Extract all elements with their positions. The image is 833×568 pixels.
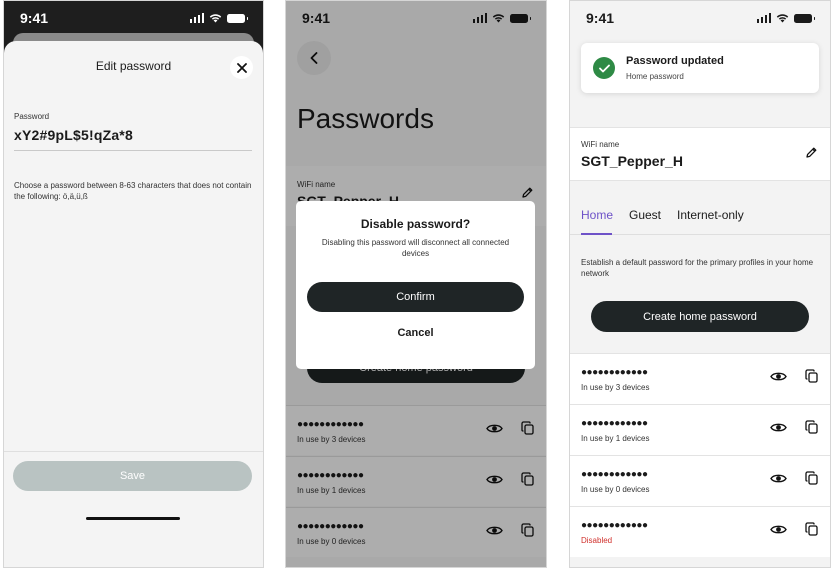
sheet-title: Edit password <box>95 59 172 73</box>
password-row: ●●●●●●●●●●●● In use by 1 devices <box>570 404 830 455</box>
close-icon <box>236 62 247 73</box>
home-indicator <box>86 517 180 520</box>
eye-icon[interactable] <box>770 524 787 535</box>
password-field-label: Password <box>14 112 50 121</box>
password-hint: Choose a password between 8-63 character… <box>14 181 252 201</box>
battery-icon <box>227 13 248 23</box>
copy-icon[interactable] <box>805 522 818 536</box>
password-updated-screen: 9:41 Password updated Home password WiFi… <box>569 0 831 568</box>
close-button[interactable] <box>230 56 253 79</box>
edit-password-sheet: Edit password Password xY2#9pL$5!qZa*8 C… <box>4 41 263 567</box>
copy-icon[interactable] <box>805 471 818 485</box>
input-underline <box>14 150 252 151</box>
wifi-icon <box>776 14 789 23</box>
toast-subtitle: Home password <box>626 72 684 81</box>
success-toast: Password updated Home password <box>581 43 819 93</box>
copy-icon[interactable] <box>805 420 818 434</box>
cancel-button[interactable]: Cancel <box>296 327 535 339</box>
status-bar: 9:41 <box>570 1 830 35</box>
confirm-button[interactable]: Confirm <box>307 282 524 312</box>
tab-guest[interactable]: Guest <box>629 208 661 222</box>
wifi-name-label: WiFi name <box>581 140 620 149</box>
pencil-icon[interactable] <box>805 146 818 159</box>
check-icon <box>593 57 615 79</box>
password-row: ●●●●●●●●●●●● In use by 0 devices <box>570 455 830 506</box>
password-row: ●●●●●●●●●●●● In use by 3 devices <box>570 353 830 404</box>
eye-icon[interactable] <box>770 371 787 382</box>
password-tabs-panel: Home Guest Internet-only Establish a def… <box>570 181 830 353</box>
tab-description: Establish a default password for the pri… <box>581 258 814 278</box>
password-status-disabled: Disabled <box>581 536 613 545</box>
masked-password: ●●●●●●●●●●●● <box>581 520 648 531</box>
masked-password: ●●●●●●●●●●●● <box>581 418 648 429</box>
password-usage: In use by 1 devices <box>581 434 650 443</box>
status-time: 9:41 <box>20 10 49 26</box>
password-input[interactable]: xY2#9pL$5!qZa*8 <box>14 127 133 143</box>
disable-password-screen: 9:41 Passwords WiFi name SGT_Pepper_H Cr… <box>285 0 547 568</box>
password-usage: In use by 0 devices <box>581 485 650 494</box>
password-usage: In use by 3 devices <box>581 383 650 392</box>
dialog-message: Disabling this password will disconnect … <box>321 238 510 258</box>
battery-icon <box>794 13 815 23</box>
wifi-name-card: WiFi name SGT_Pepper_H <box>570 127 830 181</box>
status-bar: 9:41 <box>4 1 263 35</box>
create-home-password-button[interactable]: Create home password <box>591 301 809 332</box>
tab-internet-only[interactable]: Internet-only <box>677 208 744 222</box>
signal-icon <box>756 13 771 23</box>
masked-password: ●●●●●●●●●●●● <box>581 367 648 378</box>
toast-title: Password updated <box>626 55 724 67</box>
status-time: 9:41 <box>586 10 615 26</box>
wifi-icon <box>209 14 222 23</box>
eye-icon[interactable] <box>770 473 787 484</box>
edit-password-screen: 9:41 Edit password Password xY2#9pL$5!qZ… <box>3 0 264 568</box>
password-row: ●●●●●●●●●●●● Disabled <box>570 506 830 557</box>
masked-password: ●●●●●●●●●●●● <box>581 469 648 480</box>
wifi-name-value: SGT_Pepper_H <box>581 153 683 169</box>
active-tab-indicator <box>581 233 612 235</box>
eye-icon[interactable] <box>770 422 787 433</box>
tab-home[interactable]: Home <box>581 208 613 222</box>
dialog-title: Disable password? <box>360 217 471 231</box>
signal-icon <box>189 13 204 23</box>
disable-password-dialog: Disable password? Disabling this passwor… <box>296 201 535 369</box>
save-button[interactable]: Save <box>13 461 252 491</box>
copy-icon[interactable] <box>805 369 818 383</box>
